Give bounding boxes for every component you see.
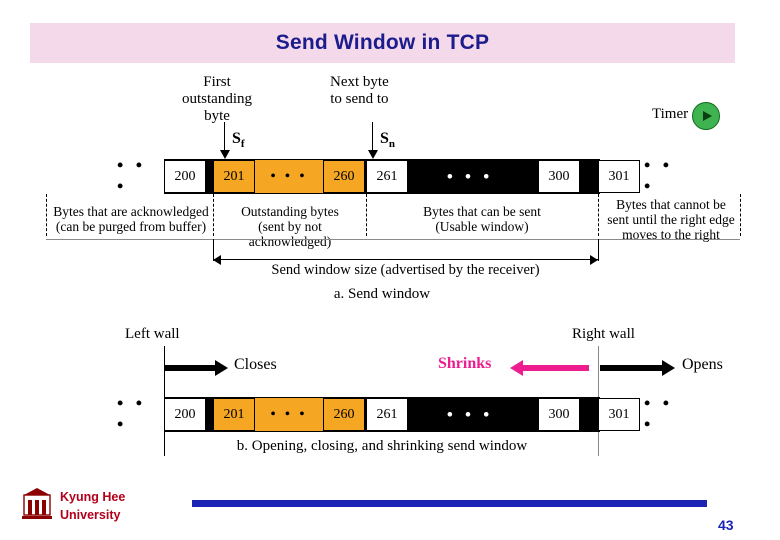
- closes-arrow-head: [215, 360, 228, 376]
- panel-a-region-acknowledged: Bytes that are acknowledged (can be purg…: [53, 204, 209, 235]
- panel-a-orange-dots: • • •: [255, 160, 323, 193]
- shrinks-arrow-head: [510, 360, 523, 376]
- footer-university-line1: Kyung Hee: [60, 490, 126, 504]
- panel-a-cell-201: 201: [213, 160, 255, 193]
- sn-pointer-line: [372, 122, 373, 152]
- panel-a-caption: a. Send window: [333, 286, 431, 302]
- panel-a-div-1: [213, 194, 214, 236]
- timer-hand-icon: [703, 111, 712, 121]
- label-closes: Closes: [234, 356, 277, 373]
- panel-a-black-dots: • • •: [446, 166, 494, 186]
- sn-pointer-arrow: [368, 150, 378, 159]
- panel-a-div-3: [598, 194, 599, 236]
- timer-icon: [692, 102, 720, 130]
- opens-arrow-head: [662, 360, 675, 376]
- panel-a-right-dots: • • •: [644, 155, 674, 196]
- panel-b-cell-300: 300: [538, 398, 580, 431]
- panel-a-window-right-tick: [598, 239, 599, 261]
- panel-a-div-4: [740, 194, 741, 236]
- panel-a-cell-300: 300: [538, 160, 580, 193]
- panel-a-div-2: [366, 194, 367, 236]
- panel-b-caption: b. Opening, closing, and shrinking send …: [236, 438, 528, 454]
- sf-pointer-line: [224, 122, 225, 152]
- panel-a-window-size-label: Send window size (advertised by the rece…: [271, 262, 540, 278]
- panel-a-window-span-line: [213, 259, 598, 260]
- panel-a-div-0: [46, 194, 47, 236]
- panel-a-cell-261: 261: [366, 160, 408, 193]
- panel-a-cell-301: 301: [598, 160, 640, 193]
- label-sn: Sn: [380, 130, 396, 151]
- panel-b-cell-200: 200: [164, 398, 206, 431]
- panel-b-cell-201: 201: [213, 398, 255, 431]
- opens-arrow-shaft: [600, 365, 664, 371]
- sf-pointer-arrow: [220, 150, 230, 159]
- label-first-outstanding-byte: First outstanding byte: [182, 74, 252, 124]
- panel-a-region-outstanding: Outstanding bytes (sent by not acknowled…: [241, 204, 339, 250]
- panel-b-black-dots: • • •: [446, 404, 494, 424]
- panel-a-region-cannot-be-sent: Bytes that cannot be sent until the righ…: [607, 197, 735, 243]
- closes-arrow-shaft: [165, 365, 217, 371]
- panel-b-left-dots: • • •: [117, 393, 147, 434]
- label-right-wall: Right wall: [572, 326, 635, 342]
- panel-a-left-dots: • • •: [117, 155, 147, 196]
- figure-send-window: First outstanding byte Next byte to send…: [0, 64, 780, 484]
- panel-a-region-can-be-sent: Bytes that can be sent (Usable window): [423, 204, 541, 235]
- footer-university: Kyung Hee University: [60, 488, 125, 524]
- label-shrinks: Shrinks: [438, 355, 492, 372]
- label-left-wall: Left wall: [125, 326, 180, 342]
- university-logo-icon: [22, 488, 52, 519]
- panel-b-orange-dots: • • •: [255, 398, 323, 431]
- panel-a-cell-200: 200: [164, 160, 206, 193]
- label-next-byte-to-send: Next byte to send to: [330, 74, 389, 107]
- panel-b-cell-261: 261: [366, 398, 408, 431]
- page-title: Send Window in TCP: [275, 31, 490, 54]
- panel-a-separator-line: [46, 239, 740, 240]
- footer-accent-rule: [192, 500, 707, 507]
- panel-b-cell-301: 301: [598, 398, 640, 431]
- panel-a-cell-260: 260: [323, 160, 365, 193]
- panel-b-right-dots: • • •: [644, 393, 674, 434]
- slide-title-bar: Send Window in TCP: [30, 23, 735, 63]
- footer-university-line2: University: [60, 508, 121, 523]
- label-sf: Sf: [232, 130, 245, 151]
- label-timer: Timer: [652, 106, 689, 122]
- shrinks-arrow-shaft: [523, 365, 589, 371]
- label-opens: Opens: [682, 356, 723, 373]
- panel-b-cell-260: 260: [323, 398, 365, 431]
- page-number: 43: [718, 517, 734, 533]
